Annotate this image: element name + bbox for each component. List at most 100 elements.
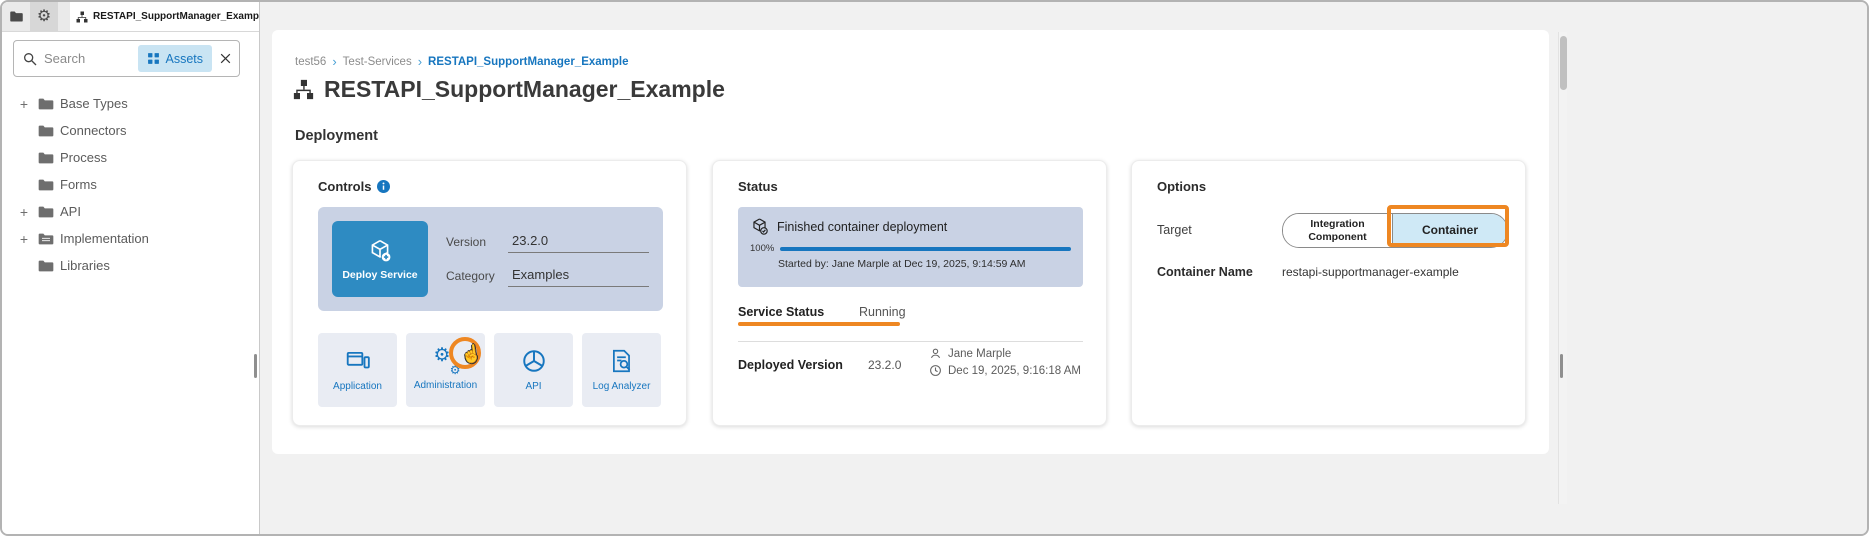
deployed-by-name: Jane Marple (948, 348, 1011, 360)
container-name-label: Container Name (1157, 265, 1253, 279)
log-analyzer-button[interactable]: Log Analyzer (582, 333, 661, 407)
folder-icon (38, 151, 54, 165)
chevron-right-icon: › (332, 55, 336, 68)
settings-button[interactable]: ⚙ (30, 2, 58, 31)
panel-resize-handle[interactable] (1560, 354, 1563, 378)
tree-item-libraries[interactable]: Libraries (2, 252, 259, 279)
tree-item-api[interactable]: + API (2, 198, 259, 225)
progress-bar (780, 247, 1071, 251)
tab-title: RESTAPI_SupportManager_Example (93, 11, 259, 22)
administration-icon: ⚙ ⚙ (433, 349, 459, 373)
tree-item-implementation[interactable]: + Implementation (2, 225, 259, 252)
action-label: API (525, 381, 541, 392)
action-label: Log Analyzer (593, 381, 651, 392)
breadcrumb-project[interactable]: test56 (295, 56, 326, 68)
search-input[interactable] (44, 51, 138, 66)
version-label: Version (446, 235, 508, 249)
target-option-integration-component[interactable]: Integration Component (1283, 214, 1393, 247)
deployed-at-row: Dec 19, 2025, 9:16:18 AM (929, 364, 1081, 377)
deployed-by-row: Jane Marple (929, 347, 1011, 360)
deploy-icon (367, 238, 393, 264)
expand-icon[interactable]: + (16, 232, 32, 246)
container-deployed-icon (750, 217, 769, 236)
target-option-container[interactable]: Container (1393, 214, 1507, 247)
status-card: Status Finished container deployment 100… (712, 160, 1107, 426)
version-input[interactable]: 23.2.0 (508, 232, 649, 253)
breadcrumb: test56 › Test-Services › RESTAPI_Support… (295, 55, 629, 68)
options-title-text: Options (1157, 179, 1206, 194)
tree-item-label: Implementation (60, 231, 149, 246)
gear-icon: ⚙ (450, 364, 461, 376)
tree-item-label: Process (60, 150, 107, 165)
controls-title-text: Controls (318, 179, 371, 194)
deployed-at-value: Dec 19, 2025, 9:16:18 AM (948, 365, 1081, 377)
breadcrumb-package[interactable]: Test-Services (343, 56, 412, 68)
asset-tab[interactable]: RESTAPI_SupportManager_Example (70, 2, 259, 31)
container-name-value: restapi-supportmanager-example (1282, 265, 1459, 279)
gear-icon: ⚙ (434, 346, 451, 365)
service-icon (76, 11, 88, 23)
explorer-button[interactable] (2, 2, 30, 31)
expand-icon[interactable]: + (16, 205, 32, 219)
expand-icon[interactable]: + (16, 97, 32, 111)
scrollbar-thumb[interactable] (1560, 36, 1567, 90)
service-status-label: Service Status (738, 305, 824, 319)
asset-tree: + Base Types Connectors Process Forms + (2, 90, 259, 279)
deploy-service-button[interactable]: Deploy Service (332, 221, 428, 297)
deployment-status-panel: Finished container deployment 100% Start… (738, 207, 1083, 287)
folder-icon (38, 97, 54, 111)
administration-button[interactable]: ⚙ ⚙ Administration (406, 333, 485, 407)
application-button[interactable]: Application (318, 333, 397, 407)
status-card-title: Status (738, 179, 778, 194)
application-icon (345, 348, 371, 374)
action-label: Application (333, 381, 382, 392)
info-icon[interactable] (377, 180, 390, 193)
tree-item-label: API (60, 204, 81, 219)
divider (738, 341, 1083, 342)
assets-grid-icon (147, 52, 160, 65)
tree-item-label: Connectors (60, 123, 126, 138)
progress-row: 100% (750, 243, 1071, 254)
main-area: test56 › Test-Services › RESTAPI_Support… (261, 2, 1867, 534)
status-message: Finished container deployment (777, 220, 947, 234)
sidebar-toolbar: ⚙ RESTAPI_SupportManager_Example (2, 2, 259, 32)
toolbar-spacer (58, 2, 70, 31)
tree-item-label: Libraries (60, 258, 110, 273)
person-icon (929, 347, 942, 360)
page-header: RESTAPI_SupportManager_Example (293, 76, 725, 103)
folder-icon (38, 205, 54, 219)
api-button[interactable]: API (494, 333, 573, 407)
breadcrumb-current[interactable]: RESTAPI_SupportManager_Example (428, 56, 628, 68)
section-title-deployment: Deployment (295, 128, 378, 144)
tree-item-process[interactable]: Process (2, 144, 259, 171)
folder-icon (38, 124, 54, 138)
gear-icon: ⚙ (37, 9, 51, 25)
version-field-row: Version 23.2.0 (446, 232, 649, 253)
action-label: Administration (414, 380, 477, 391)
search-box: Assets (13, 40, 240, 77)
quick-actions: Application ⚙ ⚙ Administration API (318, 333, 661, 407)
controls-card-title: Controls (318, 179, 390, 194)
clock-icon (929, 364, 942, 377)
options-card: Options Target Integration Component Con… (1131, 160, 1526, 426)
tree-item-label: Base Types (60, 96, 128, 111)
status-message-row: Finished container deployment (750, 217, 1071, 236)
tree-item-connectors[interactable]: Connectors (2, 117, 259, 144)
vertical-scrollbar[interactable] (1558, 32, 1567, 504)
tree-item-base-types[interactable]: + Base Types (2, 90, 259, 117)
sidebar-resize-handle[interactable] (254, 354, 257, 378)
category-input[interactable]: Examples (508, 266, 649, 287)
folder-icon (38, 232, 54, 246)
page-title: RESTAPI_SupportManager_Example (324, 76, 725, 103)
deploy-fields: Version 23.2.0 Category Examples (446, 232, 649, 287)
chevron-right-icon: › (418, 55, 422, 68)
deploy-button-label: Deploy Service (342, 269, 417, 281)
assets-filter-chip[interactable]: Assets (138, 45, 212, 72)
close-search-button[interactable] (219, 52, 232, 65)
assets-label: Assets (165, 52, 203, 66)
status-title-text: Status (738, 179, 778, 194)
service-status-value: Running (859, 305, 906, 319)
tree-item-forms[interactable]: Forms (2, 171, 259, 198)
category-field-row: Category Examples (446, 266, 649, 287)
sidebar: ⚙ RESTAPI_SupportManager_Example Assets (2, 2, 260, 534)
